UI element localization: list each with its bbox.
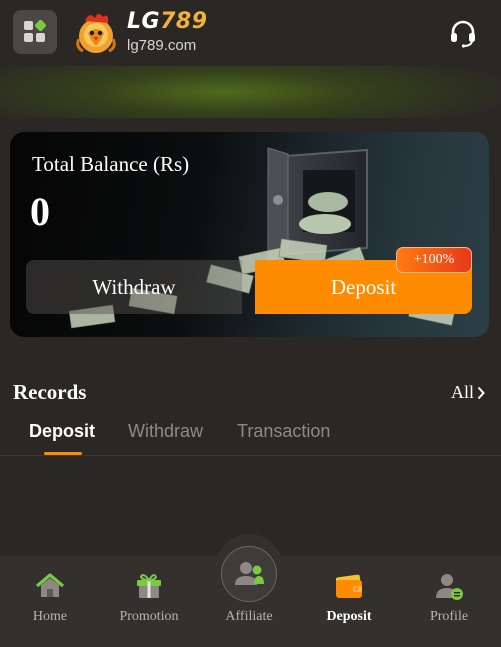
affiliate-icon xyxy=(235,562,264,585)
nav-profile[interactable]: Profile xyxy=(399,556,499,647)
all-link-label: All xyxy=(451,382,475,402)
withdraw-button[interactable]: Withdraw xyxy=(26,260,242,314)
balance-value: 0 xyxy=(30,189,50,234)
nav-promotion-label: Promotion xyxy=(119,609,179,624)
active-tab-indicator xyxy=(44,452,82,455)
brand-prefix: LG xyxy=(127,9,161,34)
wallet-icon xyxy=(335,574,362,598)
grid-menu-icon xyxy=(24,19,47,42)
nav-home[interactable]: Home xyxy=(0,556,100,647)
promo-banner[interactable] xyxy=(0,66,501,118)
records-title: Records xyxy=(13,380,87,404)
all-records-link[interactable]: All xyxy=(451,382,485,403)
nav-profile-label: Profile xyxy=(429,609,469,624)
app-header: LG789 lg789.com xyxy=(0,0,501,66)
bonus-badge: +100% xyxy=(396,247,472,273)
rooster-logo xyxy=(76,13,116,53)
brand-name: LG789 xyxy=(127,9,208,34)
tab-transaction[interactable]: Transaction xyxy=(237,421,330,442)
nav-home-label: Home xyxy=(32,609,68,624)
balance-label: Total Balance (Rs) xyxy=(32,152,190,176)
home-icon xyxy=(35,573,65,597)
gift-icon xyxy=(137,574,161,598)
chevron-right-icon xyxy=(477,386,485,399)
balance-card: Total Balance (Rs) 0 Withdraw Deposit +1… xyxy=(10,132,489,337)
tab-deposit[interactable]: Deposit xyxy=(29,421,95,442)
nav-affiliate[interactable] xyxy=(221,546,277,602)
tab-withdraw[interactable]: Withdraw xyxy=(128,421,203,442)
nav-deposit-label: Deposit xyxy=(326,609,372,624)
headset-icon[interactable] xyxy=(448,18,478,48)
menu-button[interactable] xyxy=(13,10,57,54)
nav-deposit[interactable]: Deposit xyxy=(299,556,399,647)
nav-affiliate-label: Affiliate xyxy=(225,609,273,624)
nav-promotion[interactable]: Promotion xyxy=(99,556,199,647)
records-tabs: Deposit Withdraw Transaction xyxy=(0,418,501,456)
profile-icon xyxy=(436,574,463,600)
domain-text: lg789.com xyxy=(127,37,197,54)
brand-number: 789 xyxy=(160,9,208,34)
